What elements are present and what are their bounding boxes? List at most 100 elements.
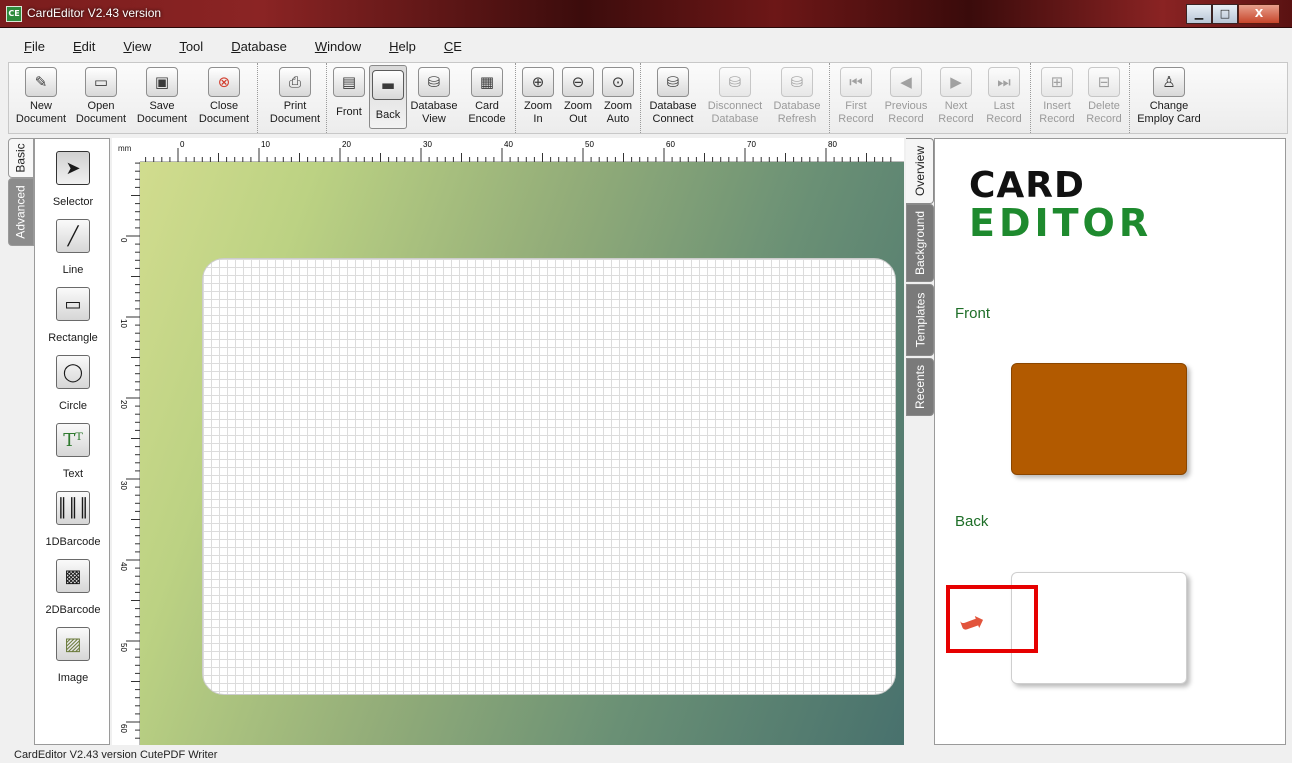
menu-window-rest: indow — [327, 39, 362, 54]
menu-file[interactable]: File — [24, 36, 45, 58]
close-document-button[interactable]: ⊗ Close Document — [193, 63, 255, 133]
menu-window[interactable]: Window — [315, 36, 361, 58]
back-button[interactable]: ▬ Back — [369, 65, 407, 129]
open-document-button[interactable]: ▭ Open Document — [71, 63, 131, 133]
tool-rectangle[interactable]: ▭ Rectangle — [35, 287, 111, 344]
zoomauto-label-1: Zoom — [603, 100, 633, 112]
tab-basic-label: Basic — [14, 143, 28, 173]
tab-advanced-label: Advanced — [14, 185, 28, 239]
new-label-2: Document — [15, 113, 67, 125]
vertical-ruler: 0 10 20 30 40 50 60 — [112, 162, 140, 745]
new-document-button[interactable]: ✎ New Document — [11, 63, 71, 133]
main-toolbar: ✎ New Document ▭ Open Document ▣ Save Document… — [8, 62, 1288, 134]
insert-record-button[interactable]: ⊞ Insert Record — [1033, 63, 1081, 133]
qr-code-icon: ▩ — [56, 559, 90, 593]
menu-tool[interactable]: Tool — [179, 36, 203, 58]
tool-line[interactable]: ╱ Line — [35, 219, 111, 276]
save-label-2: Document — [136, 113, 188, 125]
dbview-label-1: Database — [410, 100, 458, 112]
disconnect-database-button[interactable]: ⛁ Disconnect Database — [703, 63, 767, 133]
delete-record-button[interactable]: ⊟ Delete Record — [1081, 63, 1127, 133]
zoomauto-label-2: Auto — [606, 113, 630, 125]
canvas-background[interactable] — [140, 162, 904, 745]
record-edit-group: ⊞ Insert Record ⊟ Delete Record — [1031, 63, 1130, 133]
menu-edit[interactable]: Edit — [73, 36, 95, 58]
menu-view[interactable]: View — [123, 36, 151, 58]
database-connect-button[interactable]: ⛁ Database Connect — [643, 63, 703, 133]
next-record-icon: ▶ — [940, 67, 972, 97]
ruler-label: 60 — [666, 140, 675, 149]
insert-record-icon: ⊞ — [1041, 67, 1073, 97]
new-document-icon: ✎ — [25, 67, 57, 97]
database-refresh-button[interactable]: ⛁ Database Refresh — [767, 63, 827, 133]
tool-2dbarcode[interactable]: ▩ 2DBarcode — [35, 559, 111, 616]
menu-file-key: F — [24, 39, 32, 54]
tab-advanced[interactable]: Advanced — [8, 178, 34, 246]
last-record-button[interactable]: ⏭ Last Record — [980, 63, 1028, 133]
tool-image-label: Image — [57, 672, 89, 684]
zoom-out-button[interactable]: ⊖ Zoom Out — [558, 63, 598, 133]
front-button[interactable]: ▤ Front — [329, 63, 369, 133]
database-view-button[interactable]: ⛁ Database View — [407, 63, 461, 133]
menu-ce-key: C — [443, 39, 454, 54]
delete-label-2: Record — [1086, 113, 1122, 125]
menu-database[interactable]: Database — [231, 36, 287, 58]
change-employ-card-button[interactable]: ♙ Change Employ Card — [1132, 63, 1202, 133]
ruler-label: 20 — [342, 140, 351, 149]
tool-2dbarcode-label: 2DBarcode — [45, 604, 101, 616]
front-label: Front — [955, 305, 991, 322]
database-group: ⛁ Database Connect ⛁ Disconnect Database ⛁ Da… — [641, 63, 830, 133]
card-encode-button[interactable]: ▦ Card Encode — [461, 63, 513, 133]
new-label-1: New — [29, 100, 52, 112]
highlight-box — [946, 585, 1038, 653]
previous-record-icon: ◀ — [890, 67, 922, 97]
zoom-auto-icon: ⊙ — [602, 67, 634, 97]
ruler-label: 0 — [180, 140, 185, 149]
horizontal-ruler-ticks: 0 10 20 30 40 50 60 70 80 — [145, 140, 892, 162]
tab-overview[interactable]: Overview — [906, 138, 934, 204]
tool-text[interactable]: Tᵀ Text — [35, 423, 111, 480]
next-record-button[interactable]: ▶ Next Record — [932, 63, 980, 133]
front-card-preview[interactable] — [1011, 363, 1187, 475]
tool-1dbarcode[interactable]: ║║║ 1DBarcode — [35, 491, 111, 548]
design-canvas[interactable]: mm 0 10 20 30 40 50 60 70 80 0 10 20 30 40 50 60 — [112, 138, 904, 745]
menu-bar: File Edit View Tool Database Window Help… — [0, 36, 1292, 58]
menu-database-key: D — [231, 39, 241, 54]
save-document-button[interactable]: ▣ Save Document — [131, 63, 193, 133]
card-back-design-area[interactable] — [202, 258, 896, 695]
zoom-auto-button[interactable]: ⊙ Zoom Auto — [598, 63, 638, 133]
tool-circle[interactable]: ◯ Circle — [35, 355, 111, 412]
minimize-button[interactable]: ▁ — [1186, 4, 1212, 24]
ruler-label: 20 — [119, 400, 128, 409]
zoom-in-button[interactable]: ⊕ Zoom In — [518, 63, 558, 133]
dbconnect-label-2: Connect — [652, 113, 694, 125]
tab-templates[interactable]: Templates — [906, 284, 934, 356]
tool-selector[interactable]: ➤ Selector — [35, 151, 111, 208]
window-controls: ▁ □ X — [1186, 4, 1280, 24]
first-record-button[interactable]: ⏮ First Record — [832, 63, 880, 133]
tool-image[interactable]: ▨ Image — [35, 627, 111, 684]
tool-line-label: Line — [62, 264, 84, 276]
tool-text-label: Text — [62, 468, 84, 480]
previous-label-1: Previous — [884, 100, 928, 112]
view-group: ▤ Front ▬ Back ⛁ Database View ▦ Card Encode — [327, 63, 516, 133]
open-label-1: Open — [87, 100, 115, 112]
tab-recents[interactable]: Recents — [906, 358, 934, 416]
title-bar: CE CardEditor V2.43 version ▁ □ X — [0, 0, 1292, 28]
print-label-2: Document — [269, 113, 321, 125]
tab-background[interactable]: Background — [906, 204, 934, 282]
zoomout-label-2: Out — [569, 113, 587, 125]
front-label: Front — [336, 106, 362, 118]
close-window-button[interactable]: X — [1238, 4, 1280, 24]
maximize-button[interactable]: □ — [1212, 4, 1238, 24]
delete-record-icon: ⊟ — [1088, 67, 1120, 97]
menu-ce[interactable]: CE — [444, 36, 462, 58]
previous-record-button[interactable]: ◀ Previous Record — [880, 63, 932, 133]
ruler-label: 70 — [747, 140, 756, 149]
menu-help[interactable]: Help — [389, 36, 416, 58]
tab-basic[interactable]: Basic — [8, 138, 34, 178]
print-document-button[interactable]: ⎙ Print Document — [260, 63, 324, 133]
zoom-in-icon: ⊕ — [522, 67, 554, 97]
ruler-corner: mm — [112, 138, 140, 162]
menu-database-rest: atabase — [240, 39, 287, 54]
